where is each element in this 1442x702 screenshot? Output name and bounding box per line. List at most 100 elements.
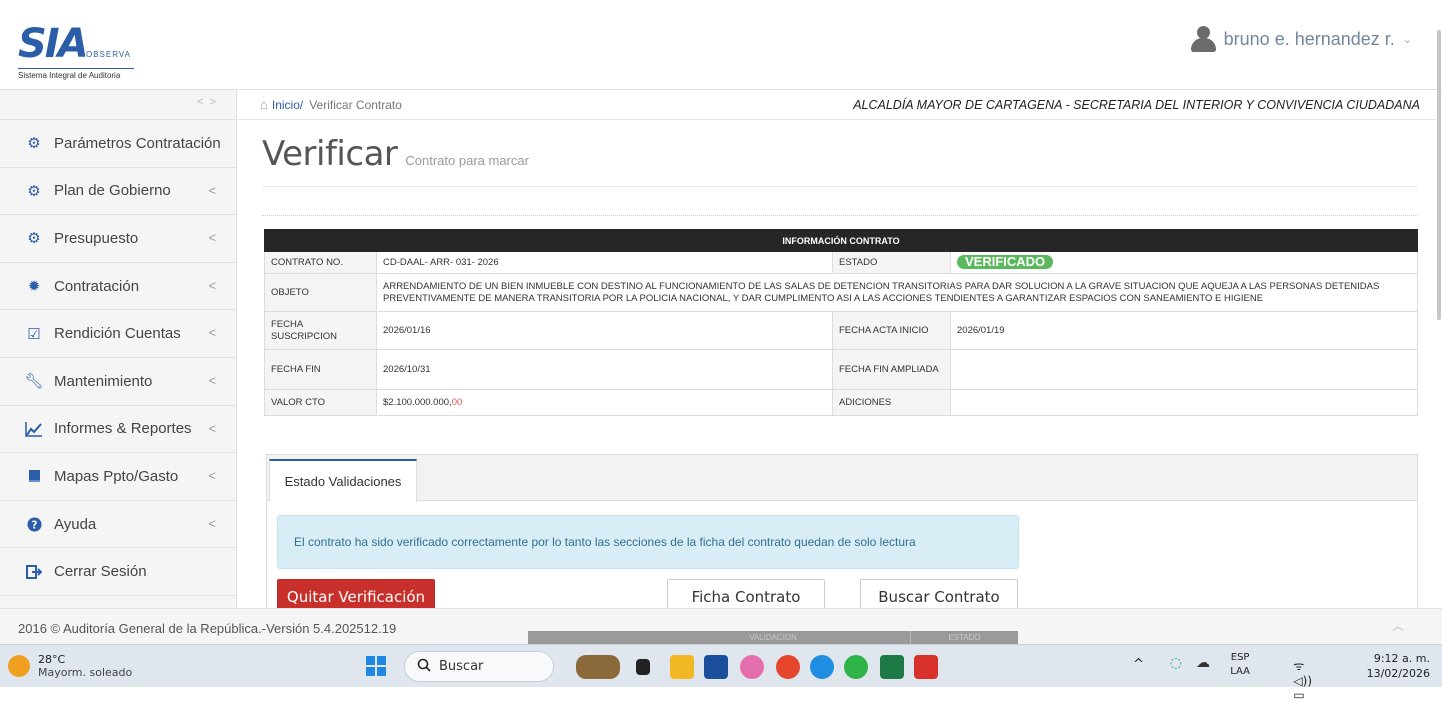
- sidebar-item-label: Mantenimiento: [54, 372, 153, 390]
- adiciones-label: ADICIONES: [832, 389, 951, 416]
- taskbar-app-whatsapp-icon[interactable]: [844, 655, 868, 679]
- entity-name: ALCALDÍA MAYOR DE CARTAGENA - SECRETARIA…: [853, 98, 1420, 112]
- line-chart-icon: [24, 421, 44, 437]
- weather-temp: 28°C: [38, 653, 66, 666]
- chevron-left-icon: <: [208, 325, 216, 341]
- page-subtitle: Contrato para marcar: [405, 153, 529, 168]
- taskbar-app-widget-icon[interactable]: [576, 655, 620, 679]
- main-content: ⌂ Inicio/ Verificar Contrato ALCALDÍA MA…: [238, 90, 1442, 615]
- sidebar-item-label: Rendición Cuentas: [54, 325, 181, 343]
- scroll-top-icon[interactable]: ︿: [1392, 617, 1404, 634]
- fecha-fin-label: FECHA FIN: [264, 349, 377, 390]
- taskbar-app-terminal-icon[interactable]: [636, 659, 650, 675]
- search-label: Buscar: [439, 659, 484, 674]
- validacion-column-header: VALIDACION: [749, 633, 797, 642]
- sidebar-item-mantenimiento[interactable]: 🔧︎ Mantenimiento <: [0, 358, 236, 406]
- fecha-fin-ampliada-label: FECHA FIN AMPLIADA: [832, 349, 951, 390]
- home-icon[interactable]: ⌂: [260, 97, 268, 112]
- taskbar-app-store-icon[interactable]: [704, 655, 728, 679]
- taskbar-app-copilot-icon[interactable]: [740, 655, 764, 679]
- chevron-left-icon: <: [208, 230, 216, 246]
- sidebar-item-label: Cerrar Sesión: [54, 563, 147, 581]
- page-title: Verificar Contrato para marcar: [262, 134, 529, 174]
- sidebar-item-label: Mapas Ppto/Gasto: [54, 467, 179, 485]
- weather-desc: Mayorm. soleado: [38, 666, 133, 679]
- page-title-main: Verificar: [262, 134, 398, 174]
- weather-text: 28°C Mayorm. soleado: [38, 653, 132, 679]
- gears-icon: ⚙: [27, 135, 41, 153]
- user-avatar-icon: [1190, 26, 1216, 52]
- sidebar-item-informes-reportes[interactable]: Informes & Reportes <: [0, 406, 236, 454]
- validations-panel: Estado Validaciones El contrato ha sido …: [266, 454, 1418, 615]
- chevron-left-icon: <: [208, 515, 216, 531]
- chevron-left-icon: <: [208, 182, 216, 198]
- sidebar-item-parametros-contratacion[interactable]: ⚙ Parámetros Contratación: [0, 120, 236, 168]
- chevron-left-icon: <: [208, 372, 216, 388]
- windows-start-icon[interactable]: [366, 656, 386, 676]
- sidebar-item-mapas-ppto-gasto[interactable]: Mapas Ppto/Gasto <: [0, 453, 236, 501]
- divider: [262, 186, 1418, 187]
- sidebar-item-plan-de-gobierno[interactable]: ⚙ Plan de Gobierno <: [0, 168, 236, 216]
- logo-text: SIA: [18, 21, 89, 67]
- badge-icon: ✹: [27, 278, 41, 296]
- clock-date: 13/02/2026: [1366, 667, 1430, 680]
- user-menu[interactable]: bruno e. hernandez r. ⌄: [1190, 24, 1412, 54]
- tray-app-icon[interactable]: ◌: [1170, 655, 1182, 671]
- taskbar-app-chrome-icon[interactable]: [776, 655, 800, 679]
- footer-text: 2016 © Auditoría General de la República…: [18, 621, 397, 636]
- wrench-icon: 🔧︎: [24, 373, 44, 391]
- breadcrumb-home-link[interactable]: Inicio/: [272, 98, 303, 112]
- taskbar-app-acrobat-icon[interactable]: [914, 655, 938, 679]
- logo-subtitle: Sistema Integral de Auditoria: [18, 68, 134, 80]
- fecha-suscripcion-value: 2026/01/16: [376, 311, 833, 350]
- sidebar-item-presupuesto[interactable]: ⚙ Presupuesto <: [0, 215, 236, 263]
- scrollbar-thumb[interactable]: [1437, 30, 1441, 320]
- valor-main: $2.100.000.000,: [383, 396, 452, 408]
- sidebar-item-label: Informes & Reportes: [54, 420, 192, 438]
- estado-label: ESTADO: [832, 251, 951, 274]
- estado-cell: VERIFICADO: [950, 251, 1418, 274]
- language-code: ESP: [1230, 652, 1250, 663]
- contract-info-table: INFORMACIÓN CONTRATO CONTRATO NO. CD-DAA…: [264, 229, 1418, 416]
- valor-label: VALOR CTO: [264, 389, 377, 416]
- objeto-value: ARRENDAMIENTO DE UN BIEN INMUEBLE CON DE…: [376, 273, 1418, 312]
- os-taskbar: 28°C Mayorm. soleado Buscar ^ ◌ ☁ ESP LA…: [0, 644, 1442, 702]
- tray-cloud-icon[interactable]: ☁: [1196, 655, 1210, 671]
- breadcrumb: ⌂ Inicio/ Verificar Contrato ALCALDÍA MA…: [238, 90, 1442, 120]
- language-layout: LAA: [1230, 666, 1250, 677]
- tray-chevron-up-icon[interactable]: ^: [1133, 657, 1144, 672]
- chevron-down-icon: ⌄: [1402, 33, 1412, 46]
- system-clock[interactable]: 9:12 a. m. 13/02/2026: [1367, 651, 1430, 681]
- sia-logo[interactable]: SIA OBSERVA Sistema Integral de Auditori…: [18, 22, 158, 90]
- chevron-left-icon: <: [208, 420, 216, 436]
- sidebar-item-ayuda[interactable]: ? Ayuda <: [0, 501, 236, 549]
- taskbar-search[interactable]: Buscar: [404, 651, 554, 682]
- wifi-volume-battery-icon[interactable]: ᯤ ◁)) ▭: [1293, 657, 1312, 702]
- footer: 2016 © Auditoría General de la República…: [0, 608, 1442, 645]
- weather-widget[interactable]: 28°C Mayorm. soleado: [8, 653, 132, 679]
- fecha-acta-inicio-label: FECHA ACTA INICIO: [832, 311, 951, 350]
- adiciones-value: [950, 389, 1418, 416]
- contract-info-header: INFORMACIÓN CONTRATO: [264, 229, 1418, 252]
- taskbar-app-edge-icon[interactable]: [810, 655, 834, 679]
- page-scrollbar[interactable]: [1436, 0, 1442, 644]
- fecha-fin-ampliada-value: [950, 349, 1418, 390]
- tab-estado-validaciones[interactable]: Estado Validaciones: [269, 459, 417, 502]
- sun-icon: [8, 655, 30, 677]
- estado-column-header: ESTADO: [910, 631, 1018, 645]
- sidebar-item-label: Presupuesto: [54, 229, 139, 247]
- gears-icon: ⚙: [27, 182, 41, 200]
- taskbar-app-folder-icon[interactable]: [670, 655, 694, 679]
- language-indicator[interactable]: ESP LAA: [1230, 651, 1250, 679]
- sidebar-item-contratacion[interactable]: ✹ Contratación <: [0, 263, 236, 311]
- fecha-fin-value: 2026/10/31: [376, 349, 833, 390]
- sidebar-item-rendicion-cuentas[interactable]: ☑ Rendición Cuentas <: [0, 310, 236, 358]
- validations-table-header: VALIDACION ESTADO: [528, 631, 1018, 645]
- svg-text:?: ?: [31, 519, 37, 531]
- sidebar-toggle[interactable]: <>: [0, 90, 236, 120]
- status-badge: VERIFICADO: [957, 255, 1054, 269]
- taskbar-app-excel-icon[interactable]: [880, 655, 904, 679]
- verification-alert: El contrato ha sido verificado correctam…: [277, 515, 1019, 569]
- sidebar-item-cerrar-sesion[interactable]: Cerrar Sesión: [0, 548, 236, 596]
- search-icon: [417, 658, 431, 676]
